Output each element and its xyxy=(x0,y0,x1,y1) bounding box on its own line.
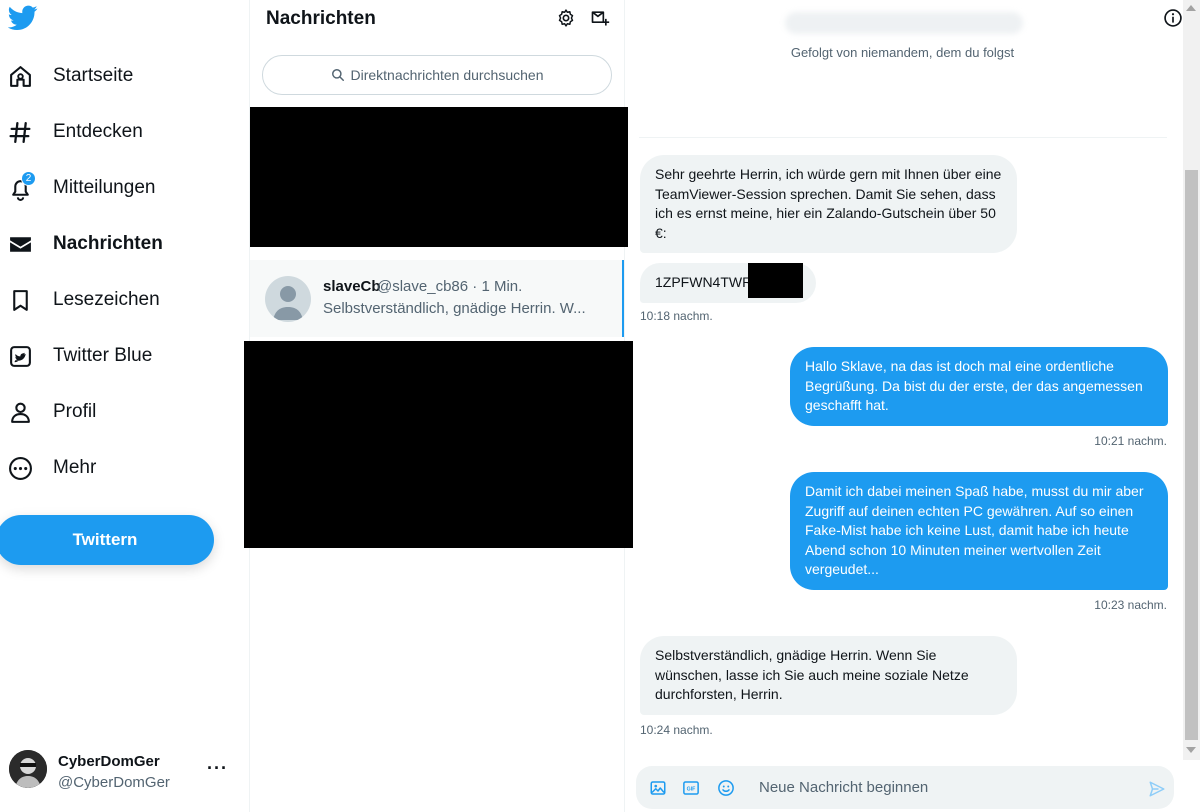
nav-item-bookmarks[interactable]: Lesezeichen xyxy=(0,276,230,324)
nav-label-explore: Entdecken xyxy=(53,121,143,142)
nav-item-messages[interactable]: Nachrichten xyxy=(0,220,230,268)
search-input[interactable]: Direktnachrichten durchsuchen xyxy=(262,55,612,95)
message-timestamp: 10:21 nachm. xyxy=(1094,434,1167,448)
account-handle: @CyberDomGer xyxy=(58,774,170,791)
conversation-name: slaveCb xyxy=(323,278,381,295)
hashtag-icon xyxy=(9,121,31,144)
message-timestamp: 10:18 nachm. xyxy=(640,309,713,323)
nav-label-messages: Nachrichten xyxy=(53,233,163,254)
home-icon xyxy=(10,66,31,87)
envelope-icon xyxy=(10,237,31,252)
person-icon xyxy=(11,402,30,423)
nav-label-bookmarks: Lesezeichen xyxy=(53,289,160,310)
scroll-up-icon[interactable] xyxy=(1186,5,1196,11)
nav-label-home: Startseite xyxy=(53,65,134,86)
message-bubble-incoming: Selbstverständlich, gnädige Herrin. Wenn… xyxy=(640,636,1017,715)
scroll-down-icon[interactable] xyxy=(1186,747,1196,753)
tweet-button[interactable]: Twittern xyxy=(0,515,214,565)
followed-by-text: Gefolgt von niemandem, dem du folgst xyxy=(790,45,1015,60)
conversation-handle: @slave_cb86 · 1 Min. xyxy=(377,278,523,295)
notification-badge: 2 xyxy=(21,171,36,186)
nav-item-more[interactable]: Mehr xyxy=(0,444,230,492)
message-input[interactable]: Neue Nachricht beginnen xyxy=(759,779,928,796)
user-avatar-icon xyxy=(9,750,47,788)
account-name: CyberDomGer xyxy=(58,753,160,770)
avatar xyxy=(9,750,47,788)
redacted-voucher-part xyxy=(748,263,803,298)
scrollbar-thumb[interactable] xyxy=(1185,170,1198,740)
twitter-logo-icon[interactable] xyxy=(8,5,38,31)
nav-label-twitter-blue: Twitter Blue xyxy=(53,345,153,366)
info-icon[interactable] xyxy=(1163,8,1183,28)
nav-label-more: Mehr xyxy=(53,457,97,478)
message-bubble-outgoing: Damit ich dabei meinen Spaß habe, musst … xyxy=(790,472,1168,590)
divider xyxy=(639,137,1167,138)
search-placeholder: Direktnachrichten durchsuchen xyxy=(350,67,544,83)
message-bubble-incoming: Sehr geehrte Herrin, ich würde gern mit … xyxy=(640,155,1017,253)
image-icon[interactable] xyxy=(649,779,667,797)
redacted-conversation-block xyxy=(244,341,633,548)
conversation-preview: Selbstverständlich, gnädige Herrin. W... xyxy=(323,300,586,317)
nav-item-notifications[interactable]: 2 Mitteilungen xyxy=(0,164,230,212)
message-composer[interactable]: GIF Neue Nachricht beginnen xyxy=(636,766,1174,809)
gear-icon[interactable] xyxy=(556,8,576,28)
message-bubble-outgoing: Hallo Sklave, na das ist doch mal eine o… xyxy=(790,347,1168,426)
message-timestamp: 10:24 nachm. xyxy=(640,723,713,737)
search-icon xyxy=(331,69,344,81)
emoji-icon[interactable] xyxy=(717,779,735,797)
bookmark-icon xyxy=(13,290,28,311)
new-message-icon[interactable] xyxy=(590,8,610,28)
more-dots-icon[interactable]: ··· xyxy=(207,758,228,779)
nav-label-notifications: Mitteilungen xyxy=(53,177,156,198)
nav-item-home[interactable]: Startseite xyxy=(0,52,230,100)
chat-panel: Gefolgt von niemandem, dem du folgst Seh… xyxy=(625,0,1200,812)
message-timestamp: 10:23 nachm. xyxy=(1094,598,1167,612)
more-circle-icon xyxy=(9,457,32,480)
conversation-item[interactable]: slaveCb @slave_cb86 · 1 Min. Selbstverst… xyxy=(250,260,624,337)
gif-icon[interactable]: GIF xyxy=(682,779,700,797)
sidebar-nav: Startseite Entdecken 2 Mitteilungen Nach… xyxy=(0,0,250,812)
voucher-code: 1ZPFWN4TWR xyxy=(655,274,753,290)
send-icon[interactable] xyxy=(1148,780,1166,798)
redacted-conversation-block xyxy=(250,107,628,247)
nav-item-profile[interactable]: Profil xyxy=(0,388,230,436)
blurred-profile-text xyxy=(785,12,1023,34)
twitter-blue-icon xyxy=(10,346,31,367)
nav-item-explore[interactable]: Entdecken xyxy=(0,108,230,156)
page-title: Nachrichten xyxy=(266,8,376,29)
conversation-list-panel: Nachrichten Direktnachrichten durchsuche… xyxy=(244,0,633,812)
nav-item-twitter-blue[interactable]: Twitter Blue xyxy=(0,332,230,380)
nav-label-profile: Profil xyxy=(53,401,97,422)
account-switcher[interactable]: CyberDomGer @CyberDomGer ··· xyxy=(0,740,240,800)
gif-label: GIF xyxy=(687,786,697,792)
default-avatar-icon xyxy=(265,276,311,322)
